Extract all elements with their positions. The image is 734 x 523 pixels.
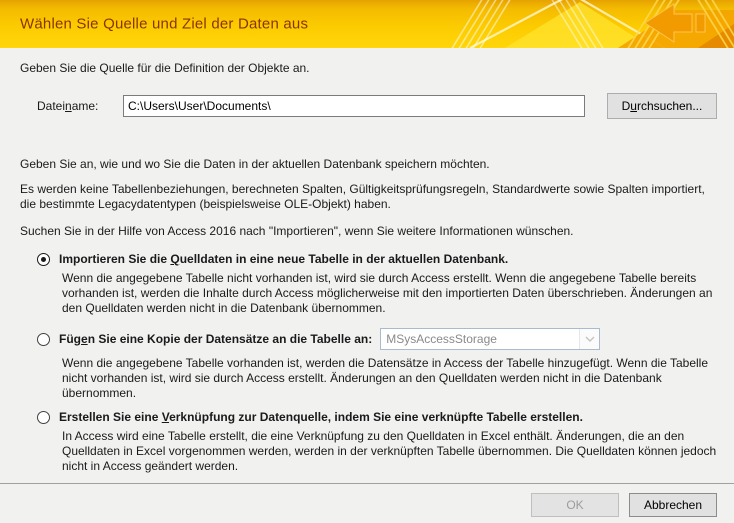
filename-input[interactable] [123, 95, 585, 117]
append-table-selected-value: MSysAccessStorage [386, 332, 497, 346]
option-import-description: Wenn die angegebene Tabelle nicht vorhan… [62, 271, 713, 315]
destination-instruction: Geben Sie an, wie und wo Sie die Daten i… [20, 157, 490, 171]
option-import-label[interactable]: Importieren Sie die Quelldaten in eine n… [59, 252, 508, 266]
option-import-radio[interactable] [37, 252, 50, 266]
option-append-table: Fügen Sie eine Kopie der Datensätze an d… [37, 328, 717, 401]
browse-button[interactable]: Durchsuchen... [607, 93, 717, 119]
ok-button[interactable]: OK [531, 493, 619, 517]
append-table-select[interactable]: MSysAccessStorage [380, 328, 601, 350]
import-wizard-dialog: Wählen Sie Quelle und Ziel der Daten aus… [0, 0, 734, 523]
option-append-description: Wenn die angegebene Tabelle vorhanden is… [62, 356, 709, 400]
dialog-title: Wählen Sie Quelle und Ziel der Daten aus [20, 15, 309, 33]
cancel-button[interactable]: Abbrechen [629, 493, 717, 517]
option-append-label[interactable]: Fügen Sie eine Kopie der Datensätze an d… [59, 332, 372, 346]
source-instruction: Geben Sie die Quelle für die Definition … [20, 61, 310, 75]
option-link-table: Erstellen Sie eine Verknüpfung zur Daten… [37, 410, 717, 474]
option-import-new-table: Importieren Sie die Quelldaten in eine n… [37, 252, 717, 316]
filename-label: Dateiname: [37, 99, 99, 113]
import-limitations-note: Es werden keine Tabellenbeziehungen, ber… [20, 182, 705, 211]
chevron-down-icon [579, 329, 600, 349]
option-link-description: In Access wird eine Tabelle erstellt, di… [62, 429, 717, 473]
help-hint: Suchen Sie in der Hilfe von Access 2016 … [20, 224, 574, 238]
footer-buttons: OK Abbrechen [0, 484, 734, 517]
filename-row: Dateiname: Durchsuchen... [37, 93, 717, 119]
dialog-header-banner: Wählen Sie Quelle und Ziel der Daten aus [0, 0, 734, 48]
option-link-radio[interactable] [37, 410, 50, 424]
option-link-label[interactable]: Erstellen Sie eine Verknüpfung zur Daten… [59, 410, 583, 424]
option-append-radio[interactable] [37, 332, 50, 346]
